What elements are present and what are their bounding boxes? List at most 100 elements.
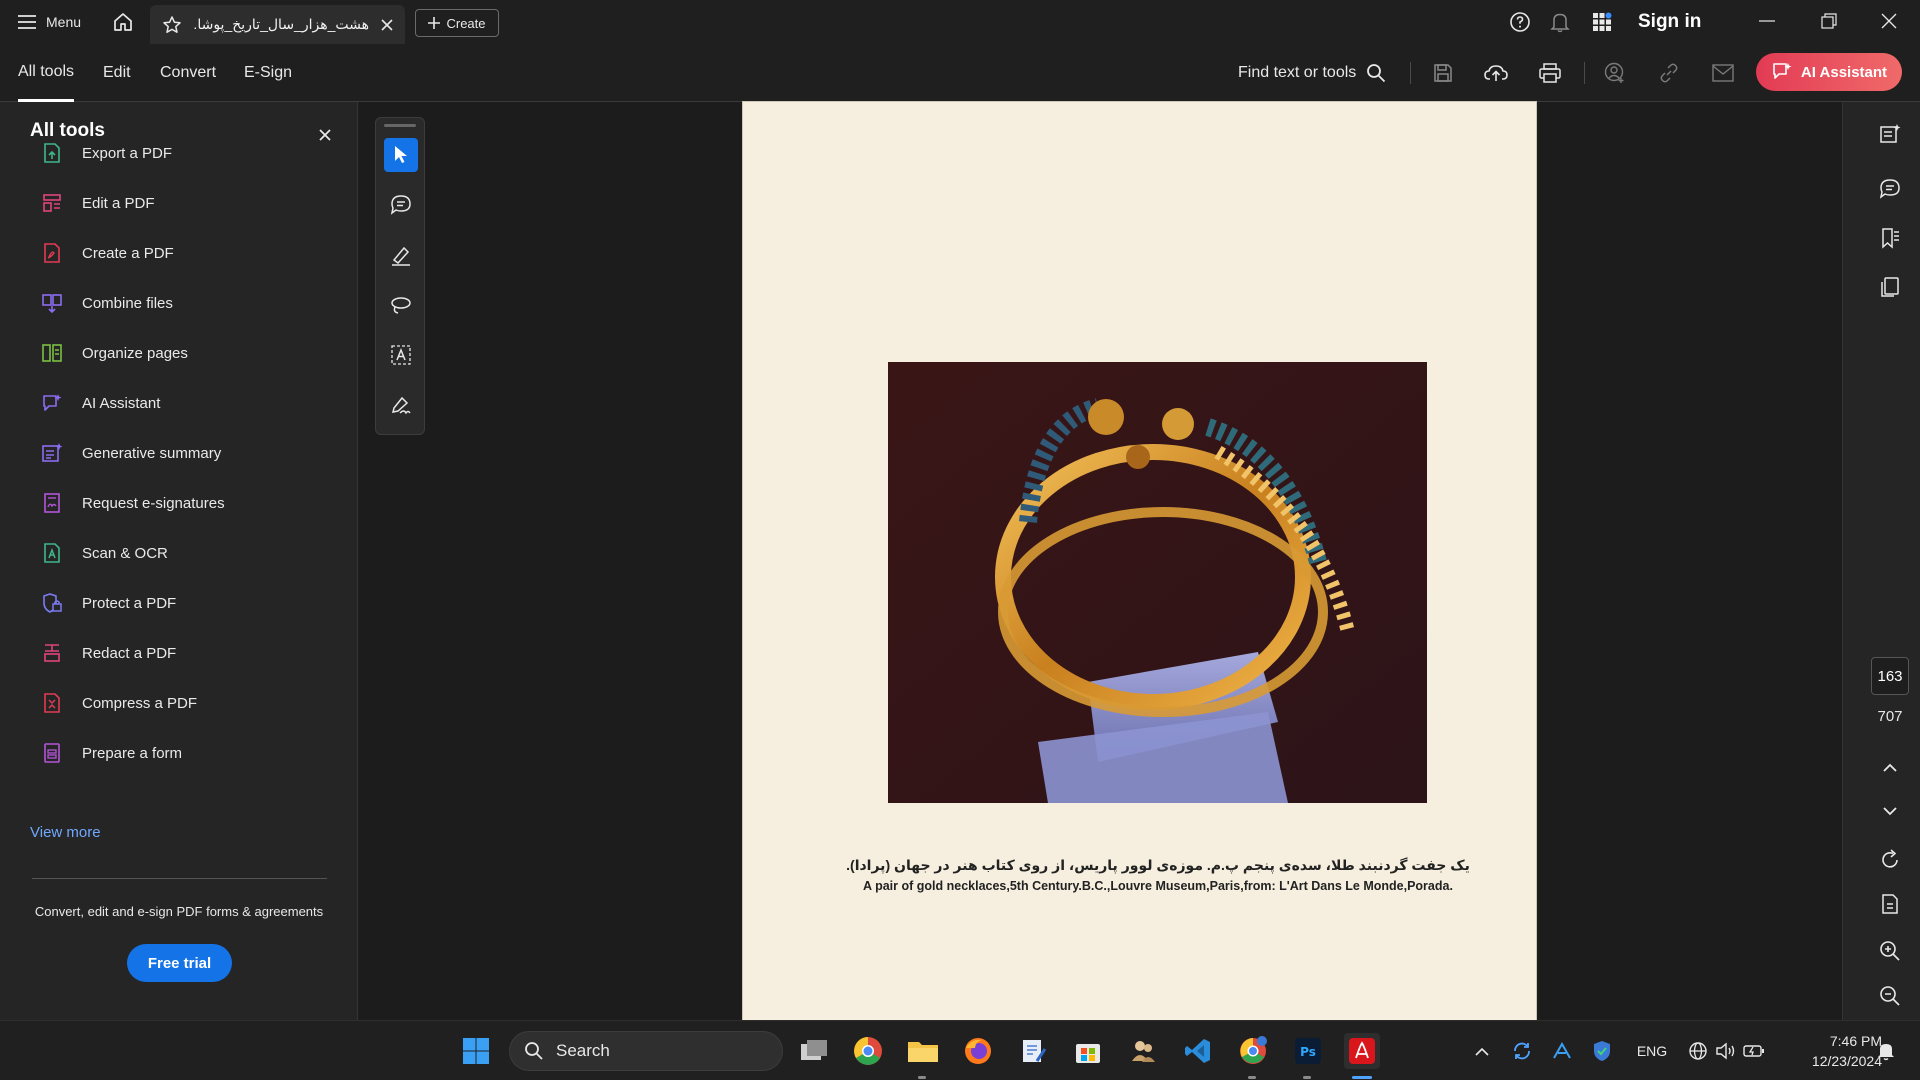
firefox-icon[interactable] [960,1033,996,1069]
microsoft-store-icon[interactable] [1070,1033,1106,1069]
bookmarks-icon[interactable] [1876,224,1904,252]
tab-e-sign[interactable]: E-Sign [244,44,292,102]
fit-page-icon[interactable] [1876,890,1904,918]
photoshop-icon[interactable]: Ps [1290,1033,1326,1069]
highlight-pen-icon[interactable] [384,238,418,272]
help-icon[interactable] [1508,10,1532,34]
sync-icon[interactable] [1510,1039,1534,1063]
plus-icon [428,17,441,29]
tab-edit[interactable]: Edit [103,44,131,102]
rotate-icon[interactable] [1876,846,1904,874]
redact-pdf-icon [40,641,64,665]
tool-protect-pdf[interactable]: Protect a PDF [40,583,340,623]
document-tab[interactable]: هشت_هزار_سال_تاریخ_پوشا.. [150,5,405,44]
vscode-icon[interactable] [1180,1033,1216,1069]
close-window-icon[interactable] [1874,6,1904,36]
tool-create-pdf[interactable]: Create a PDF [40,233,340,273]
windows-start-icon[interactable] [458,1033,494,1069]
select-tool-icon[interactable] [384,138,418,172]
free-trial-button[interactable]: Free trial [127,944,232,982]
email-icon[interactable] [1710,60,1736,86]
generative-summary-icon[interactable] [1876,120,1904,148]
search-icon [1366,63,1386,83]
page-thumbnails-icon[interactable] [1876,273,1904,301]
tool-prepare-form[interactable]: Prepare a form [40,733,340,773]
chrome-icon[interactable] [850,1033,886,1069]
next-page-icon[interactable] [1876,797,1904,825]
tool-generative-summary[interactable]: Generative summary [40,433,340,473]
network-globe-icon[interactable] [1686,1039,1710,1063]
tool-export-pdf[interactable]: Export a PDF [40,133,340,173]
star-icon[interactable] [162,15,182,35]
save-icon[interactable] [1430,60,1456,86]
file-explorer-icon[interactable] [905,1033,941,1069]
close-tab-icon[interactable] [381,18,393,31]
tool-compress-pdf[interactable]: Compress a PDF [40,683,340,723]
previous-page-icon[interactable] [1876,753,1904,781]
sign-pen-icon[interactable] [384,388,418,422]
tool-combine-files[interactable]: Combine files [40,283,340,323]
acrobat-icon[interactable] [1344,1033,1380,1069]
share-user-icon[interactable] [1602,60,1628,86]
tool-edit-pdf[interactable]: Edit a PDF [40,183,340,223]
battery-icon[interactable] [1742,1039,1766,1063]
users-app-icon[interactable] [1125,1033,1161,1069]
tool-label: Organize pages [82,344,188,362]
adobe-cloud-icon[interactable] [1550,1039,1574,1063]
find-tools-label: Find text or tools [1238,64,1357,81]
comments-icon[interactable] [1876,175,1904,203]
zoom-out-icon[interactable] [1876,982,1904,1010]
toolbar-divider [1410,62,1411,84]
apps-grid-icon[interactable] [1590,10,1614,34]
link-icon[interactable] [1656,60,1682,86]
tool-label: Generative summary [82,444,222,462]
language-indicator[interactable]: ENG [1634,1039,1670,1063]
security-shield-icon[interactable] [1590,1039,1614,1063]
protect-pdf-icon [40,591,64,615]
chrome-profile-icon[interactable] [1235,1033,1271,1069]
tray-overflow-chevron-icon[interactable] [1472,1039,1492,1063]
all-tools-panel: All tools Export a PDF Edit a PDF Create… [0,102,358,1020]
tool-scan-ocr[interactable]: Scan & OCR [40,533,340,573]
view-more-link[interactable]: View more [30,824,101,841]
ai-assistant-button[interactable]: AI Assistant [1756,53,1902,91]
scan-ocr-icon [40,541,64,565]
clock[interactable]: 7:46 PM 12/23/2024 [1782,1031,1882,1071]
notification-bell-icon[interactable] [1874,1039,1898,1063]
gold-necklaces-photo [888,362,1427,803]
find-tools-button[interactable]: Find text or tools [1238,58,1386,88]
menu-button[interactable]: Menu [12,8,87,36]
print-icon[interactable] [1537,60,1563,86]
minimize-icon[interactable] [1752,6,1782,36]
upload-cloud-icon[interactable] [1483,60,1509,86]
text-recognition-icon[interactable] [384,338,418,372]
tool-label: Compress a PDF [82,694,198,712]
drag-handle[interactable] [384,124,416,127]
create-button[interactable]: Create [415,9,499,37]
sign-in-button[interactable]: Sign in [1638,8,1701,36]
notifications-bell-icon[interactable] [1548,10,1572,34]
zoom-in-icon[interactable] [1876,937,1904,965]
tool-redact-pdf[interactable]: Redact a PDF [40,633,340,673]
tool-request-esignatures[interactable]: Request e-signatures [40,483,340,523]
tab-convert[interactable]: Convert [160,44,216,102]
pdf-page: یک جفت گردنبند طلا، سده‌ی پنجم پ.م. موزه… [743,102,1536,1020]
tool-ai-assistant[interactable]: AI Assistant [40,383,340,423]
lasso-draw-icon[interactable] [384,288,418,322]
notepad-icon[interactable] [1015,1033,1051,1069]
home-icon[interactable] [108,8,138,36]
volume-icon[interactable] [1714,1039,1738,1063]
current-page-input[interactable]: 163 [1871,657,1909,695]
taskbar-search[interactable]: Search [509,1031,783,1071]
combine-files-icon [40,291,64,315]
create-label: Create [446,15,486,31]
tool-label: Redact a PDF [82,644,177,662]
comment-tool-icon[interactable] [384,188,418,222]
tab-all-tools[interactable]: All tools [18,44,75,102]
tool-organize-pages[interactable]: Organize pages [40,333,340,373]
task-view-icon[interactable] [796,1033,832,1069]
tool-label: Combine files [82,294,173,312]
restore-icon[interactable] [1814,6,1844,36]
running-indicator [918,1076,926,1079]
tool-label: Request e-signatures [82,494,225,512]
